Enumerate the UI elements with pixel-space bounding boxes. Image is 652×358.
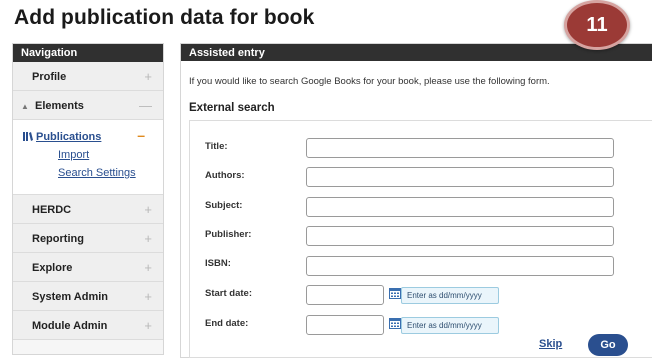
plus-icon: + [144, 202, 152, 217]
authors-field[interactable] [306, 167, 614, 187]
minus-icon: — [139, 98, 152, 113]
sidebar-item-label: Reporting [32, 233, 84, 245]
sidebar-item-explore[interactable]: Explore + [13, 253, 163, 282]
sidebar-item-label: Module Admin [32, 320, 108, 332]
intro-text: If you would like to search Google Books… [189, 76, 550, 87]
subject-label: Subject: [205, 200, 243, 211]
sidebar-item-label: HERDC [32, 204, 72, 216]
start-date-hint: Enter as dd/mm/yyyy [401, 287, 499, 304]
books-icon [23, 132, 33, 141]
plus-icon: + [144, 69, 152, 84]
sidebar-item-label: Profile [32, 71, 67, 83]
title-field[interactable] [306, 138, 614, 158]
sidebar-item-system-admin[interactable]: System Admin + [13, 282, 163, 311]
end-date-label: End date: [205, 318, 249, 329]
plus-icon: + [144, 289, 152, 304]
subnav-search-settings-link[interactable]: Search Settings [58, 167, 136, 179]
calendar-icon[interactable] [389, 288, 401, 299]
start-date-field[interactable] [306, 285, 384, 305]
sidebar-item-label: System Admin [32, 291, 109, 303]
sidebar-item-module-admin[interactable]: Module Admin + [13, 311, 163, 340]
elements-subnav: Publications – Import Search Settings [13, 120, 163, 195]
skip-link[interactable]: Skip [539, 338, 562, 350]
calendar-icon[interactable] [389, 318, 401, 329]
publisher-field[interactable] [306, 226, 614, 246]
isbn-label: ISBN: [205, 258, 231, 269]
subnav-import-link[interactable]: Import [58, 149, 89, 161]
end-date-hint: Enter as dd/mm/yyyy [401, 317, 499, 334]
external-search-form: Title: Authors: Subject: Publisher: ISBN… [189, 120, 652, 358]
authors-label: Authors: [205, 170, 245, 181]
plus-icon: + [144, 260, 152, 275]
page-title: Add publication data for book [14, 6, 315, 29]
go-button[interactable]: Go [588, 334, 628, 356]
minus-icon[interactable]: – [137, 127, 145, 143]
sidebar-item-herdc[interactable]: HERDC + [13, 195, 163, 224]
sidebar-header: Navigation [13, 44, 163, 62]
step-number-badge: 11 [564, 0, 630, 50]
subnav-publications-link[interactable]: Publications [36, 131, 101, 143]
sidebar-item-label: Elements [34, 100, 84, 112]
isbn-field[interactable] [306, 256, 614, 276]
publisher-label: Publisher: [205, 229, 252, 240]
subject-field[interactable] [306, 197, 614, 217]
start-date-label: Start date: [205, 288, 252, 299]
arrow-icon: ▲ [21, 102, 29, 111]
sidebar-item-profile[interactable]: Profile + [13, 62, 163, 91]
sidebar-item-elements[interactable]: ▲ Elements — [13, 91, 163, 120]
end-date-field[interactable] [306, 315, 384, 335]
assisted-entry-panel: Assisted entry If you would like to sear… [180, 43, 652, 358]
sidebar-item-label: Explore [32, 262, 73, 274]
plus-icon: + [144, 318, 152, 333]
section-title: External search [189, 102, 275, 114]
sidebar-item-reporting[interactable]: Reporting + [13, 224, 163, 253]
title-label: Title: [205, 141, 228, 152]
navigation-sidebar: Navigation Profile + ▲ Elements — Public… [12, 43, 164, 355]
plus-icon: + [144, 231, 152, 246]
